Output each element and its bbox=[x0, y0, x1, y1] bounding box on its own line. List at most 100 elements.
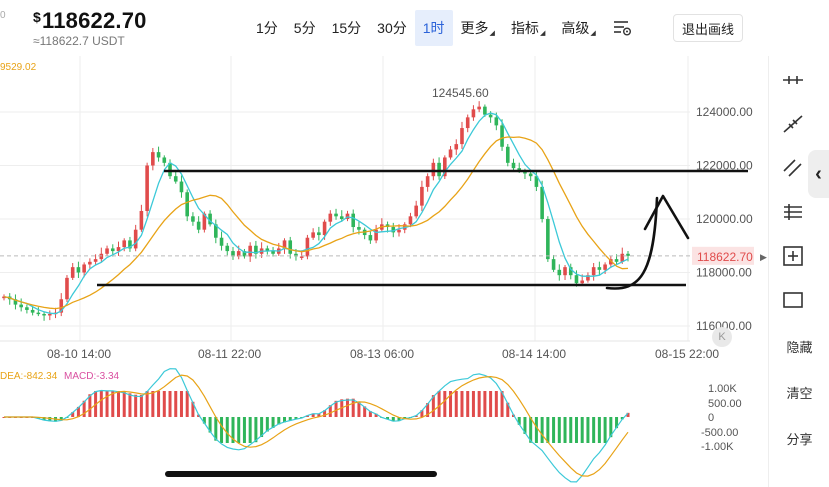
timeframe-bar: 1分 5分 15分 30分 1时 更多 ◢ 指标 ◢ 高级 ◢ bbox=[248, 10, 640, 46]
candle-body bbox=[465, 117, 470, 129]
time-axis-label: 08-14 14:00 bbox=[502, 347, 566, 361]
parallel-line-tool[interactable] bbox=[779, 154, 807, 182]
macd-histogram-bar bbox=[254, 417, 258, 443]
macd-histogram-bar bbox=[242, 417, 246, 443]
timeframe-1h[interactable]: 1时 bbox=[414, 10, 453, 46]
candle-body bbox=[483, 106, 487, 115]
macd-histogram-bar bbox=[139, 394, 143, 417]
candle-body bbox=[511, 162, 516, 169]
share-button[interactable]: 分享 bbox=[769, 429, 829, 448]
home-indicator bbox=[165, 471, 437, 477]
candle-body bbox=[42, 313, 46, 316]
candle-body bbox=[36, 312, 41, 315]
timeframe-30m[interactable]: 30分 bbox=[369, 10, 415, 46]
macd-histogram-bar bbox=[99, 391, 103, 417]
candle-body bbox=[334, 213, 338, 217]
ma-legend: 9529.02 bbox=[0, 62, 37, 73]
macd-histogram-bar bbox=[574, 417, 578, 443]
timeframe-5m[interactable]: 5分 bbox=[286, 10, 324, 46]
hide-drawings-button[interactable]: 隐藏 bbox=[769, 337, 829, 356]
parallel-line-icon bbox=[783, 159, 802, 177]
candle-body bbox=[311, 232, 315, 238]
list-settings-icon bbox=[613, 21, 631, 36]
ma-long-line bbox=[3, 136, 629, 310]
candle-body bbox=[603, 264, 607, 270]
k-badge-icon[interactable]: K bbox=[712, 327, 732, 347]
candle-body bbox=[76, 267, 81, 273]
macd-histogram-bar bbox=[128, 393, 132, 417]
macd-histogram-bar bbox=[534, 417, 538, 443]
candle-body bbox=[248, 245, 252, 257]
last-price: $118622.70 bbox=[33, 8, 147, 34]
candle-body bbox=[397, 229, 401, 233]
macd-histogram-bar bbox=[351, 398, 355, 417]
candle-body bbox=[488, 114, 493, 118]
add-drawing-tool[interactable] bbox=[779, 242, 807, 270]
ray-line-tool[interactable] bbox=[779, 110, 807, 138]
candle-body bbox=[414, 205, 418, 217]
macd-histogram-bar bbox=[225, 417, 229, 443]
timeframe-1m[interactable]: 1分 bbox=[248, 10, 286, 46]
indicator-menu[interactable]: 指标 ◢ bbox=[503, 10, 553, 46]
timeframe-15m[interactable]: 15分 bbox=[324, 10, 370, 46]
candle-body bbox=[151, 152, 155, 166]
price-axis-label: 124000.00 bbox=[696, 105, 753, 119]
macd-histogram-bar bbox=[569, 417, 573, 443]
candle-body bbox=[317, 232, 321, 236]
candle-body bbox=[99, 253, 104, 260]
candle-body bbox=[139, 210, 144, 230]
candle-body bbox=[580, 280, 585, 284]
dea-line bbox=[4, 374, 629, 477]
dea-value: DEA:-842.34 bbox=[0, 371, 58, 382]
current-price-label: 118622.70 bbox=[697, 250, 753, 264]
macd-histogram-bar bbox=[168, 391, 172, 417]
exit-drawing-button[interactable]: 退出画线 bbox=[673, 14, 744, 42]
candle-body bbox=[145, 165, 149, 211]
candle-body bbox=[477, 106, 481, 110]
chart-settings-button[interactable] bbox=[604, 10, 640, 46]
clear-drawings-button[interactable]: 清空 bbox=[769, 383, 829, 402]
advanced-menu[interactable]: 高级 ◢ bbox=[553, 10, 603, 46]
caret-icon: ◢ bbox=[539, 30, 546, 37]
candle-body bbox=[454, 144, 459, 150]
macd-histogram-bar bbox=[477, 391, 481, 417]
horizontal-line-icon bbox=[783, 76, 803, 84]
chevron-left-icon: ‹ bbox=[815, 162, 822, 185]
collapse-toolbar-tab[interactable]: ‹ bbox=[808, 150, 829, 198]
candle-body bbox=[47, 313, 52, 316]
candlestick-chart[interactable]: 124000.00122000.00120000.00118000.001160… bbox=[0, 56, 768, 487]
macd-histogram-bar bbox=[116, 391, 120, 417]
candle-body bbox=[162, 157, 167, 163]
fibonacci-tool[interactable] bbox=[779, 198, 807, 226]
hand-drawn-arrow[interactable] bbox=[605, 196, 659, 290]
time-axis-label: 08-13 06:00 bbox=[350, 347, 414, 361]
header: 0 $118622.70 ≈118622.7 USDT 1分 5分 15分 30… bbox=[0, 0, 829, 56]
candle-body bbox=[82, 264, 86, 273]
candle-body bbox=[219, 237, 224, 246]
candle-body bbox=[156, 152, 161, 158]
macd-histogram-bar bbox=[248, 417, 252, 443]
macd-histogram-bar bbox=[443, 391, 447, 417]
rectangle-tool[interactable] bbox=[779, 286, 807, 314]
candle-body bbox=[437, 162, 441, 177]
arrow-head[interactable] bbox=[643, 194, 690, 240]
candle-body bbox=[351, 213, 356, 228]
macd-histogram-bar bbox=[345, 398, 349, 417]
macd-axis-label: 0 bbox=[708, 412, 714, 424]
candle-body bbox=[471, 109, 476, 118]
horizontal-line-tool[interactable] bbox=[779, 66, 807, 94]
macd-histogram-bar bbox=[220, 417, 224, 443]
macd-histogram-bar bbox=[471, 391, 475, 417]
macd-histogram-bar bbox=[483, 391, 487, 417]
drawing-toolbar: 隐藏 清空 分享 bbox=[768, 56, 829, 487]
macd-histogram-bar bbox=[557, 417, 561, 443]
more-menu[interactable]: 更多 ◢ bbox=[453, 10, 503, 46]
candle-body bbox=[88, 261, 92, 265]
candle-body bbox=[110, 248, 115, 252]
candle-body bbox=[339, 216, 344, 219]
candle-body bbox=[173, 176, 178, 182]
time-axis-label: 08-10 14:00 bbox=[47, 347, 111, 361]
macd-histogram-bar bbox=[563, 417, 567, 443]
candle-body bbox=[322, 221, 327, 236]
chart-area[interactable]: 124000.00 122000.00 120000.00 118000.00 1160… bbox=[0, 56, 768, 487]
